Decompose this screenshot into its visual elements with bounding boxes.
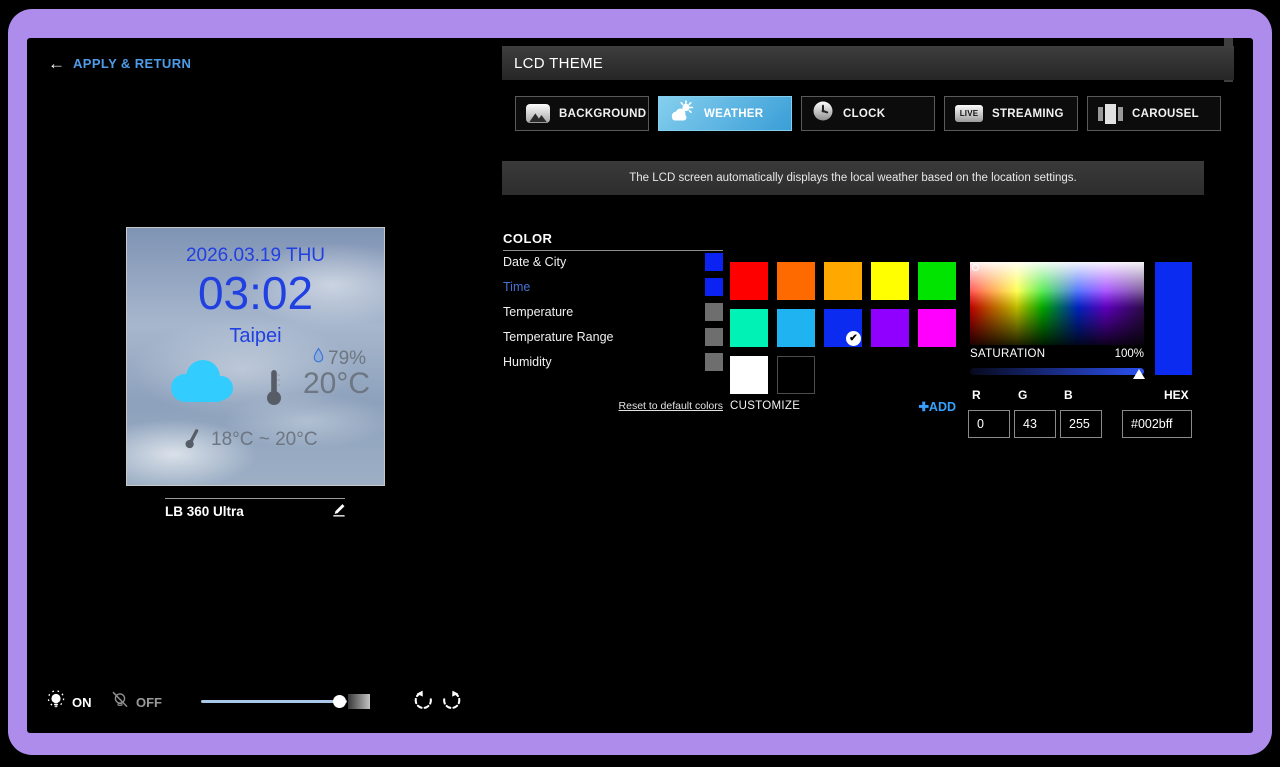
b-label: B xyxy=(1064,388,1073,402)
rotate-clockwise-button[interactable] xyxy=(441,690,462,716)
preview-city: Taipei xyxy=(127,325,384,348)
b-input[interactable] xyxy=(1060,410,1102,438)
app-screenshot: ← APPLY & RETURN LCD THEME BACKGROUND xyxy=(0,0,1280,767)
preview-date: 2026.03.19 THU xyxy=(127,245,384,267)
palette-swatch-white[interactable] xyxy=(730,356,768,394)
hex-label: HEX xyxy=(1164,388,1189,402)
info-banner-text: The LCD screen automatically displays th… xyxy=(629,172,1076,184)
preview-time: 03:02 xyxy=(127,266,384,320)
palette-swatch-green[interactable] xyxy=(918,262,956,300)
palette-swatch-skyblue[interactable] xyxy=(777,309,815,347)
tab-label: STREAMING xyxy=(992,108,1064,120)
row-swatch xyxy=(705,253,723,271)
row-swatch xyxy=(705,303,723,321)
carousel-panels-icon xyxy=(1098,104,1123,124)
palette-swatch-blue-selected[interactable]: ✔ xyxy=(824,309,862,347)
saturation-slider-thumb[interactable] xyxy=(1133,369,1145,379)
tab-background[interactable]: BACKGROUND xyxy=(515,96,649,131)
lcd-preview: 2026.03.19 THU 03:02 Taipei 79% xyxy=(126,227,385,486)
color-section-divider xyxy=(503,250,723,251)
color-palette: ✔ xyxy=(730,262,956,394)
tab-clock[interactable]: CLOCK xyxy=(801,96,935,131)
preview-temperature: 20°C xyxy=(303,367,370,401)
tab-carousel[interactable]: CAROUSEL xyxy=(1087,96,1221,131)
lcd-off-toggle[interactable]: OFF xyxy=(110,690,162,715)
tab-label: WEATHER xyxy=(704,108,763,120)
image-icon xyxy=(526,104,550,123)
customize-label: CUSTOMIZE xyxy=(730,400,800,412)
hex-input[interactable] xyxy=(1122,410,1192,438)
saturation-slider[interactable] xyxy=(970,368,1144,375)
off-label: OFF xyxy=(136,695,162,710)
current-color-preview xyxy=(1155,262,1192,375)
r-label: R xyxy=(972,388,981,402)
tab-weather[interactable]: WEATHER xyxy=(658,96,792,131)
bulb-on-icon xyxy=(46,690,66,715)
tab-label: CAROUSEL xyxy=(1132,108,1199,120)
tab-label: CLOCK xyxy=(843,108,885,120)
lcd-on-toggle[interactable]: ON xyxy=(46,690,92,715)
color-target-list: Date & City Time Temperature Temperature… xyxy=(503,253,723,378)
reset-default-colors-link[interactable]: Reset to default colors xyxy=(503,396,723,414)
r-input[interactable] xyxy=(968,410,1010,438)
tab-streaming[interactable]: LIVE STREAMING xyxy=(944,96,1078,131)
saturation-value: 100% xyxy=(1060,348,1144,360)
palette-swatch-amber[interactable] xyxy=(824,262,862,300)
palette-swatch-magenta[interactable] xyxy=(918,309,956,347)
palette-swatch-red[interactable] xyxy=(730,262,768,300)
palette-swatch-yellow[interactable] xyxy=(871,262,909,300)
row-swatch xyxy=(705,328,723,346)
brightness-slider-thumb[interactable] xyxy=(333,695,346,708)
color-row-temperature-range[interactable]: Temperature Range xyxy=(503,328,723,346)
device-name: LB 360 Ultra xyxy=(165,504,244,519)
color-section-title: COLOR xyxy=(503,231,552,246)
panel-header: LCD THEME xyxy=(502,46,1234,80)
brightness-slider[interactable] xyxy=(201,700,347,703)
color-row-humidity[interactable]: Humidity xyxy=(503,353,723,371)
info-banner: The LCD screen automatically displays th… xyxy=(502,161,1204,195)
palette-swatch-black[interactable] xyxy=(777,356,815,394)
g-label: G xyxy=(1018,388,1027,402)
cloud-icon xyxy=(165,350,241,413)
weather-sun-cloud-icon xyxy=(669,99,695,128)
g-input[interactable] xyxy=(1014,410,1056,438)
brightness-gradient-block xyxy=(348,694,370,709)
apply-return-button[interactable]: ← APPLY & RETURN xyxy=(48,55,191,72)
back-arrow-icon: ← xyxy=(48,55,65,72)
palette-swatch-purple[interactable] xyxy=(871,309,909,347)
tab-label: BACKGROUND xyxy=(559,108,646,120)
palette-swatch-springgreen[interactable] xyxy=(730,309,768,347)
color-row-date-city[interactable]: Date & City xyxy=(503,253,723,271)
preview-temperature-range: 18°C ~ 20°C xyxy=(211,429,318,451)
page-title: LCD THEME xyxy=(514,55,603,72)
edit-pencil-icon[interactable] xyxy=(331,503,346,523)
gradient-cursor[interactable] xyxy=(972,264,979,271)
row-swatch xyxy=(705,278,723,296)
live-badge-icon: LIVE xyxy=(955,105,983,122)
color-row-temperature[interactable]: Temperature xyxy=(503,303,723,321)
palette-swatch-orange[interactable] xyxy=(777,262,815,300)
color-gradient-map[interactable] xyxy=(970,262,1144,345)
color-row-time[interactable]: Time xyxy=(503,278,723,296)
rotate-counterclockwise-button[interactable] xyxy=(413,690,434,716)
clock-icon xyxy=(812,100,834,127)
device-name-divider xyxy=(165,498,345,499)
bulb-off-icon xyxy=(110,690,130,715)
add-color-button[interactable]: ✚ADD xyxy=(896,399,956,414)
on-label: ON xyxy=(72,695,92,710)
row-swatch xyxy=(705,353,723,371)
apply-return-label: APPLY & RETURN xyxy=(73,56,191,71)
thermometer-small-icon xyxy=(179,425,204,457)
thermometer-icon xyxy=(263,367,285,412)
saturation-label: SATURATION xyxy=(970,348,1045,360)
selected-check-icon: ✔ xyxy=(846,331,861,346)
